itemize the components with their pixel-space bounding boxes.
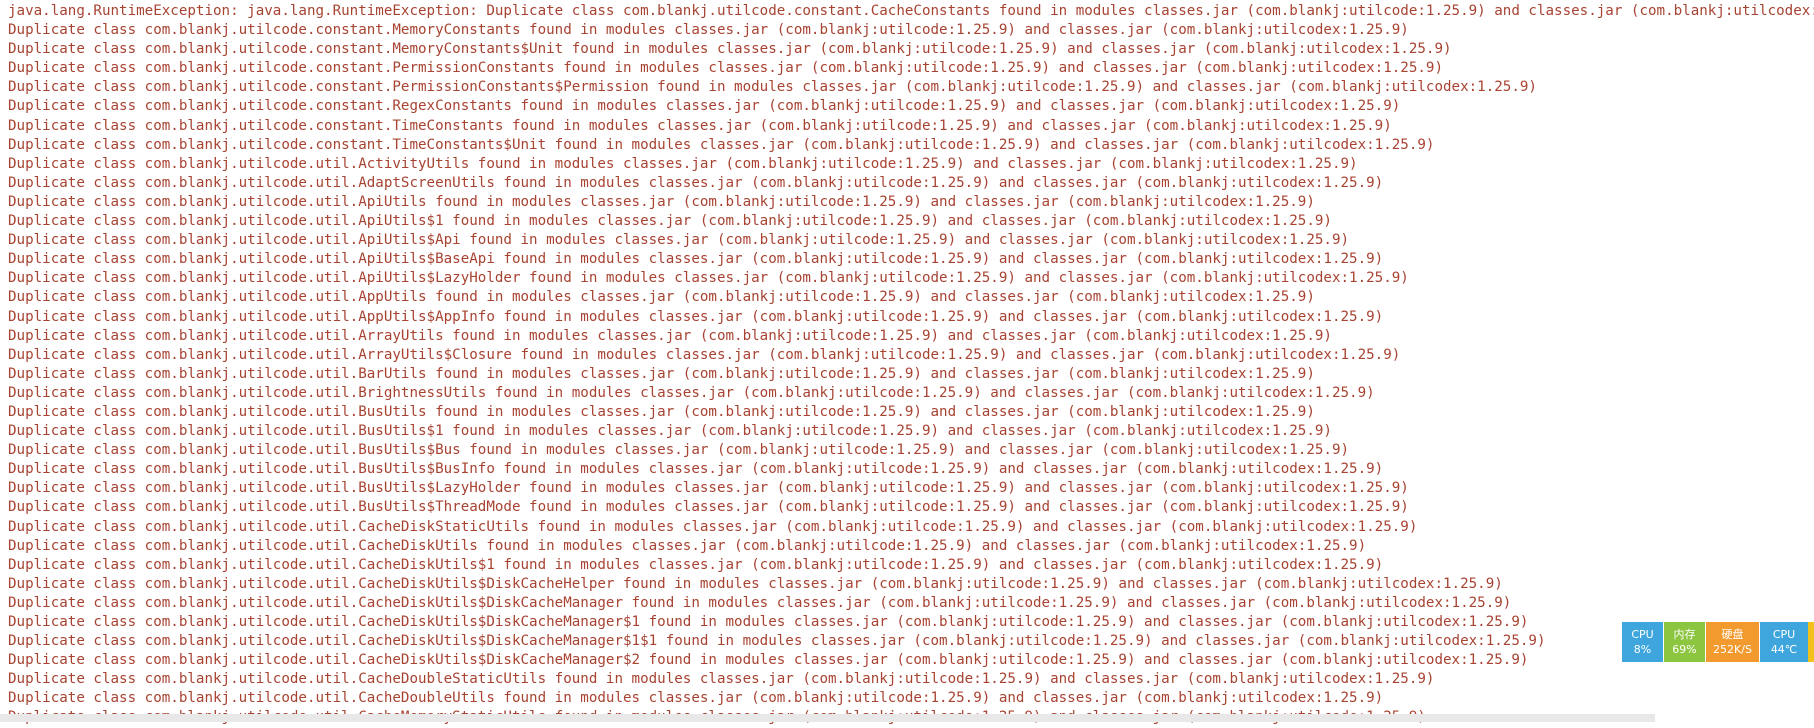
log-line: java.lang.RuntimeException: java.lang.Ru… <box>8 2 1814 21</box>
log-line: Duplicate class com.blankj.utilcode.cons… <box>8 97 1814 116</box>
memory-value: 69% <box>1672 642 1696 657</box>
log-line: Duplicate class com.blankj.utilcode.util… <box>8 250 1814 269</box>
log-line: Duplicate class com.blankj.utilcode.util… <box>8 632 1814 651</box>
disk-label: 硬盘 <box>1722 627 1744 642</box>
widget-edge-handle[interactable] <box>1808 622 1814 662</box>
log-line: Duplicate class com.blankj.utilcode.util… <box>8 651 1814 670</box>
log-line: Duplicate class com.blankj.utilcode.util… <box>8 403 1814 422</box>
log-line: Duplicate class com.blankj.utilcode.util… <box>8 231 1814 250</box>
log-line: Duplicate class com.blankj.utilcode.cons… <box>8 136 1814 155</box>
log-line: Duplicate class com.blankj.utilcode.util… <box>8 174 1814 193</box>
cpu-temp-value: 44℃ <box>1771 642 1797 657</box>
log-line: Duplicate class com.blankj.utilcode.util… <box>8 308 1814 327</box>
disk-io-tile: 硬盘 252K/S <box>1706 622 1760 662</box>
log-line: Duplicate class com.blankj.utilcode.util… <box>8 518 1814 537</box>
log-line: Duplicate class com.blankj.utilcode.util… <box>8 365 1814 384</box>
log-line: Duplicate class com.blankj.utilcode.util… <box>8 212 1814 231</box>
error-log: java.lang.RuntimeException: java.lang.Ru… <box>8 2 1814 728</box>
log-line: Duplicate class com.blankj.utilcode.util… <box>8 670 1814 689</box>
log-line: Duplicate class com.blankj.utilcode.util… <box>8 460 1814 479</box>
log-line: Duplicate class com.blankj.utilcode.util… <box>8 155 1814 174</box>
log-line: Duplicate class com.blankj.utilcode.cons… <box>8 40 1814 59</box>
log-line: Duplicate class com.blankj.utilcode.cons… <box>8 21 1814 40</box>
log-line: Duplicate class com.blankj.utilcode.util… <box>8 269 1814 288</box>
log-line: Duplicate class com.blankj.utilcode.util… <box>8 594 1814 613</box>
log-line: Duplicate class com.blankj.utilcode.util… <box>8 193 1814 212</box>
memory-usage-tile: 内存 69% <box>1664 622 1706 662</box>
log-line: Duplicate class com.blankj.utilcode.util… <box>8 613 1814 632</box>
cpu-usage-tile: CPU 8% <box>1622 622 1664 662</box>
log-line: Duplicate class com.blankj.utilcode.util… <box>8 441 1814 460</box>
log-line: Duplicate class com.blankj.utilcode.util… <box>8 384 1814 403</box>
memory-label: 内存 <box>1674 627 1696 642</box>
disk-value: 252K/S <box>1713 642 1752 657</box>
system-monitor-widget[interactable]: CPU 8% 内存 69% 硬盘 252K/S CPU 44℃ <box>1622 622 1814 662</box>
log-line: Duplicate class com.blankj.utilcode.cons… <box>8 117 1814 136</box>
cpu-value: 8% <box>1634 642 1651 657</box>
log-line: Duplicate class com.blankj.utilcode.util… <box>8 479 1814 498</box>
log-line: Duplicate class com.blankj.utilcode.util… <box>8 327 1814 346</box>
log-line: Duplicate class com.blankj.utilcode.cons… <box>8 59 1814 78</box>
horizontal-scrollbar[interactable] <box>0 714 1655 722</box>
cpu-temperature-tile: CPU 44℃ <box>1760 622 1808 662</box>
cpu-label: CPU <box>1631 627 1653 642</box>
log-line: Duplicate class com.blankj.utilcode.util… <box>8 498 1814 517</box>
log-line: Duplicate class com.blankj.utilcode.util… <box>8 575 1814 594</box>
log-line: Duplicate class com.blankj.utilcode.util… <box>8 689 1814 708</box>
log-line: Duplicate class com.blankj.utilcode.util… <box>8 537 1814 556</box>
log-line: Duplicate class com.blankj.utilcode.cons… <box>8 78 1814 97</box>
log-line: Duplicate class com.blankj.utilcode.util… <box>8 556 1814 575</box>
cpu-temp-label: CPU <box>1773 627 1795 642</box>
log-line: Duplicate class com.blankj.utilcode.util… <box>8 422 1814 441</box>
log-line: Duplicate class com.blankj.utilcode.util… <box>8 346 1814 365</box>
log-line: Duplicate class com.blankj.utilcode.util… <box>8 288 1814 307</box>
